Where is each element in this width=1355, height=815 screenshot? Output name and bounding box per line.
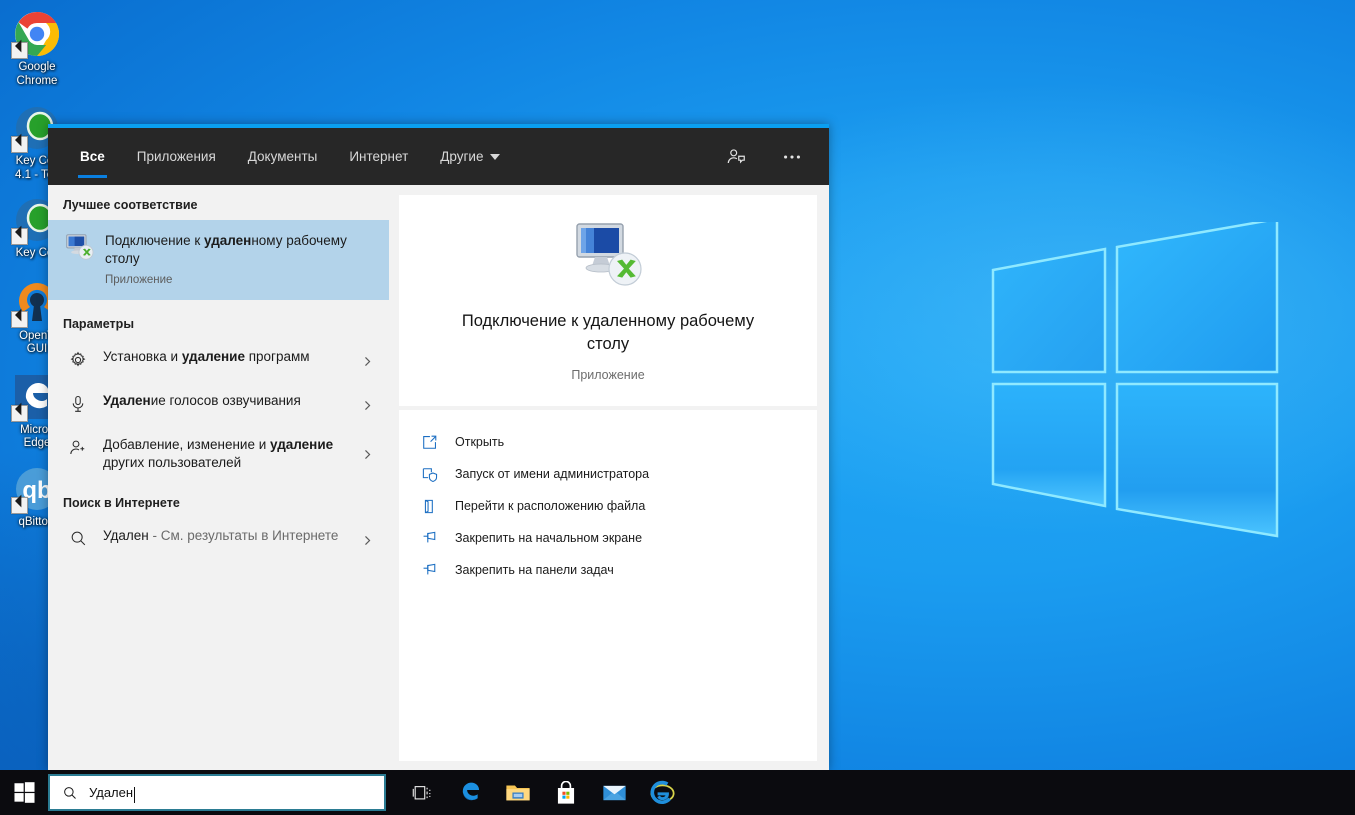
shortcut-overlay-icon: [11, 42, 28, 59]
taskbar-buttons: [398, 770, 686, 815]
folder-location-icon: [421, 498, 449, 515]
result-title: Установка и удаление программ: [103, 348, 351, 366]
microphone-icon: [63, 392, 93, 414]
search-text: Удален: [78, 785, 133, 800]
action-label: Закрепить на панели задач: [449, 563, 614, 577]
tab-apps[interactable]: Приложения: [121, 128, 232, 185]
search-icon: [62, 785, 78, 801]
search-panel-header: Все Приложения Документы Интернет Другие: [48, 128, 829, 185]
preview-app-type: Приложение: [423, 368, 793, 382]
action-label: Закрепить на начальном экране: [449, 531, 642, 545]
result-title: Удален - См. результаты в Интернете: [103, 527, 351, 545]
pin-taskbar-icon: [421, 562, 449, 579]
chevron-right-icon: [357, 355, 381, 368]
result-best-match-remote-desktop[interactable]: Подключение к удаленному рабочему столу …: [48, 220, 389, 300]
group-header-settings: Параметры: [48, 300, 389, 339]
result-title: Удаление голосов озвучивания: [103, 392, 351, 410]
chevron-right-icon: [357, 534, 381, 547]
search-icon: [63, 527, 93, 548]
action-open[interactable]: Открыть: [399, 426, 817, 458]
tab-label: Интернет: [349, 149, 408, 164]
taskbar-search-input[interactable]: Удален: [48, 774, 386, 811]
result-subtitle: Приложение: [105, 274, 375, 286]
result-text: Установка и удаление программ: [93, 348, 357, 366]
action-run-as-administrator[interactable]: Запуск от имени администратора: [399, 458, 817, 490]
chevron-right-icon: [357, 399, 381, 412]
tab-label: Документы: [248, 149, 318, 164]
file-explorer-icon[interactable]: [494, 770, 542, 815]
search-results-panel: Все Приложения Документы Интернет Другие: [48, 124, 829, 771]
tab-label: Другие: [440, 149, 483, 164]
result-web-search[interactable]: Удален - См. результаты в Интернете: [48, 518, 389, 562]
action-label: Открыть: [449, 435, 504, 449]
internet-explorer-icon[interactable]: [638, 770, 686, 815]
header-actions: [717, 138, 829, 176]
text-cursor: [134, 787, 135, 803]
remote-desktop-icon: [63, 232, 95, 261]
desktop-icon-label: GoogleChrome: [0, 61, 74, 88]
tab-more[interactable]: Другие: [424, 128, 516, 185]
desktop-icon-chrome[interactable]: GoogleChrome: [0, 0, 74, 88]
shortcut-overlay-icon: [11, 228, 28, 245]
pin-start-icon: [421, 530, 449, 547]
account-icon[interactable]: [717, 138, 755, 176]
gear-icon: [63, 348, 93, 370]
search-filter-tabs: Все Приложения Документы Интернет Другие: [48, 128, 516, 185]
tab-label: Все: [80, 149, 105, 164]
chevron-down-icon: [490, 154, 500, 160]
result-title: Добавление, изменение и удаление других …: [103, 436, 351, 472]
result-text: Удаление голосов озвучивания: [93, 392, 357, 410]
group-header-web-search: Поиск в Интернете: [48, 481, 389, 518]
action-label: Запуск от имени администратора: [449, 467, 649, 481]
chevron-right-icon: [357, 448, 381, 461]
result-title: Подключение к удаленному рабочему столу: [105, 232, 375, 268]
microsoft-edge-icon[interactable]: [446, 770, 494, 815]
open-icon: [421, 434, 449, 451]
action-label: Перейти к расположению файла: [449, 499, 645, 513]
remote-desktop-icon: [571, 221, 645, 291]
tab-documents[interactable]: Документы: [232, 128, 334, 185]
task-view-icon[interactable]: [398, 770, 446, 815]
windows-hero-wallpaper-logo: [985, 222, 1285, 557]
shortcut-overlay-icon: [11, 311, 28, 328]
app-preview-pane: Подключение к удаленному рабочему столу …: [389, 185, 829, 771]
group-header-best-match: Лучшее соответствие: [48, 185, 389, 220]
result-text: Подключение к удаленному рабочему столу …: [95, 232, 381, 286]
result-text: Удален - См. результаты в Интернете: [93, 527, 357, 545]
action-open-file-location[interactable]: Перейти к расположению файла: [399, 490, 817, 522]
result-settings-manage-users[interactable]: Добавление, изменение и удаление других …: [48, 427, 389, 481]
user-add-icon: [63, 436, 93, 458]
shortcut-overlay-icon: [11, 405, 28, 422]
action-pin-to-start[interactable]: Закрепить на начальном экране: [399, 522, 817, 554]
tab-all[interactable]: Все: [64, 128, 121, 185]
mail-icon[interactable]: [590, 770, 638, 815]
tab-label: Приложения: [137, 149, 216, 164]
shield-run-icon: [421, 466, 449, 483]
preview-actions-list: Открыть Запуск от имени администратора: [399, 410, 817, 761]
taskbar: Удален: [0, 770, 1355, 815]
search-panel-body: Лучшее соответствие: [48, 185, 829, 771]
search-results-list: Лучшее соответствие: [48, 185, 389, 771]
desktop[interactable]: GoogleChrome Key Coll4.1 - Tes Key Coll: [0, 0, 1355, 815]
result-settings-uninstall-programs[interactable]: Установка и удаление программ: [48, 339, 389, 383]
preview-app-name: Подключение к удаленному рабочему столу: [423, 310, 793, 356]
result-settings-remove-voices[interactable]: Удаление голосов озвучивания: [48, 383, 389, 427]
more-options-icon[interactable]: [773, 138, 811, 176]
preview-card: Подключение к удаленному рабочему столу …: [399, 195, 817, 406]
chrome-icon: [13, 10, 61, 58]
windows-start-icon[interactable]: [0, 770, 48, 815]
action-pin-to-taskbar[interactable]: Закрепить на панели задач: [399, 554, 817, 586]
shortcut-overlay-icon: [11, 497, 28, 514]
result-text: Добавление, изменение и удаление других …: [93, 436, 357, 472]
shortcut-overlay-icon: [11, 136, 28, 153]
microsoft-store-icon[interactable]: [542, 770, 590, 815]
tab-web[interactable]: Интернет: [333, 128, 424, 185]
